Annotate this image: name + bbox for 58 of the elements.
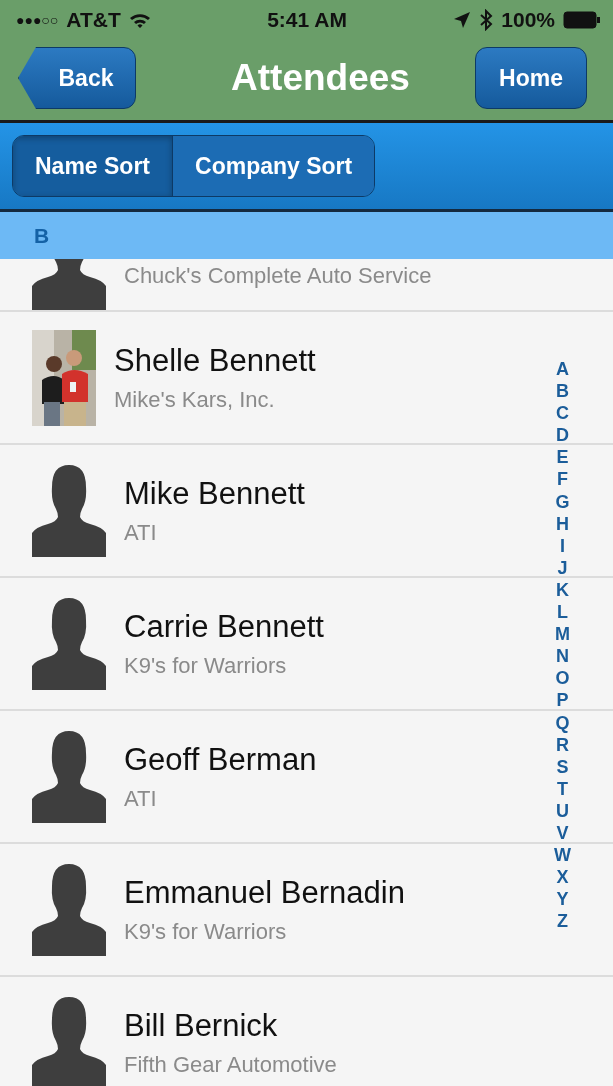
index-letter[interactable]: H (556, 512, 569, 535)
index-letter[interactable]: C (556, 402, 569, 425)
battery-percent: 100% (501, 8, 555, 32)
location-arrow-icon (453, 11, 472, 29)
index-letter[interactable]: I (560, 534, 565, 557)
attendee-name: Emmanuel Bernadin (124, 874, 405, 911)
index-letter[interactable]: V (556, 821, 569, 845)
index-letter[interactable]: F (557, 468, 568, 491)
wifi-icon (128, 11, 151, 29)
bluetooth-icon (479, 9, 494, 31)
index-letter[interactable]: J (557, 556, 568, 579)
attendee-name: Carrie Bennett (124, 608, 324, 645)
company-name: Fifth Gear Automotive (124, 1051, 337, 1078)
index-letter[interactable]: Q (555, 711, 570, 734)
index-letter[interactable]: A (556, 358, 569, 381)
carrier: AT&T (66, 8, 121, 32)
index-letter[interactable]: U (556, 799, 569, 822)
company-name: K9's for Warriors (124, 652, 288, 679)
person-silhouette-icon (32, 464, 106, 557)
index-letter[interactable]: L (557, 601, 568, 624)
index-letter[interactable]: N (556, 645, 569, 668)
company-name: Chuck's Complete Auto Service (124, 263, 432, 289)
attendee-name: Mike Bennett (124, 475, 305, 512)
index-letter[interactable]: G (555, 490, 570, 513)
attendee-name: Geoff Berman (124, 741, 317, 778)
page-title: Attendees (231, 57, 410, 99)
company-name: Mike's Kars, Inc. (114, 386, 276, 413)
index-letter[interactable]: K (556, 578, 569, 602)
sort-tab[interactable]: Name Sort (13, 136, 173, 196)
index-letter[interactable]: S (556, 755, 569, 778)
person-silhouette-icon (32, 597, 106, 690)
sort-tab[interactable]: Company Sort (172, 136, 375, 196)
index-letter[interactable]: X (556, 866, 569, 889)
company-name: ATI (124, 785, 158, 812)
back-button[interactable]: Back (18, 47, 136, 109)
company-name: ATI (124, 519, 158, 546)
index-letter[interactable]: O (555, 667, 570, 690)
index-letter[interactable]: E (556, 446, 569, 469)
index-letter[interactable]: B (556, 380, 569, 403)
person-silhouette-icon (32, 730, 106, 823)
attendee-name: Bill Bernick (124, 1007, 279, 1044)
index-letter[interactable]: M (555, 623, 570, 646)
index-letter[interactable]: Y (556, 888, 569, 911)
index-letter[interactable]: W (554, 844, 571, 867)
person-silhouette-icon (32, 996, 106, 1086)
battery-icon (563, 11, 601, 29)
index-letter[interactable]: Z (557, 910, 568, 933)
index-letter[interactable]: P (556, 689, 569, 712)
section-letter: B (34, 223, 50, 248)
person-silhouette-icon (32, 863, 106, 956)
home-button[interactable]: Home (475, 47, 587, 109)
signal-strength: ●●●○○ (16, 12, 59, 28)
index-letter[interactable]: R (556, 733, 569, 756)
index-letter[interactable]: D (556, 424, 569, 447)
index-letter[interactable]: T (557, 777, 568, 800)
attendee-name: Shelle Bennett (114, 342, 316, 379)
clock: 5:41 AM (267, 8, 347, 32)
company-name: K9's for Warriors (124, 918, 288, 945)
